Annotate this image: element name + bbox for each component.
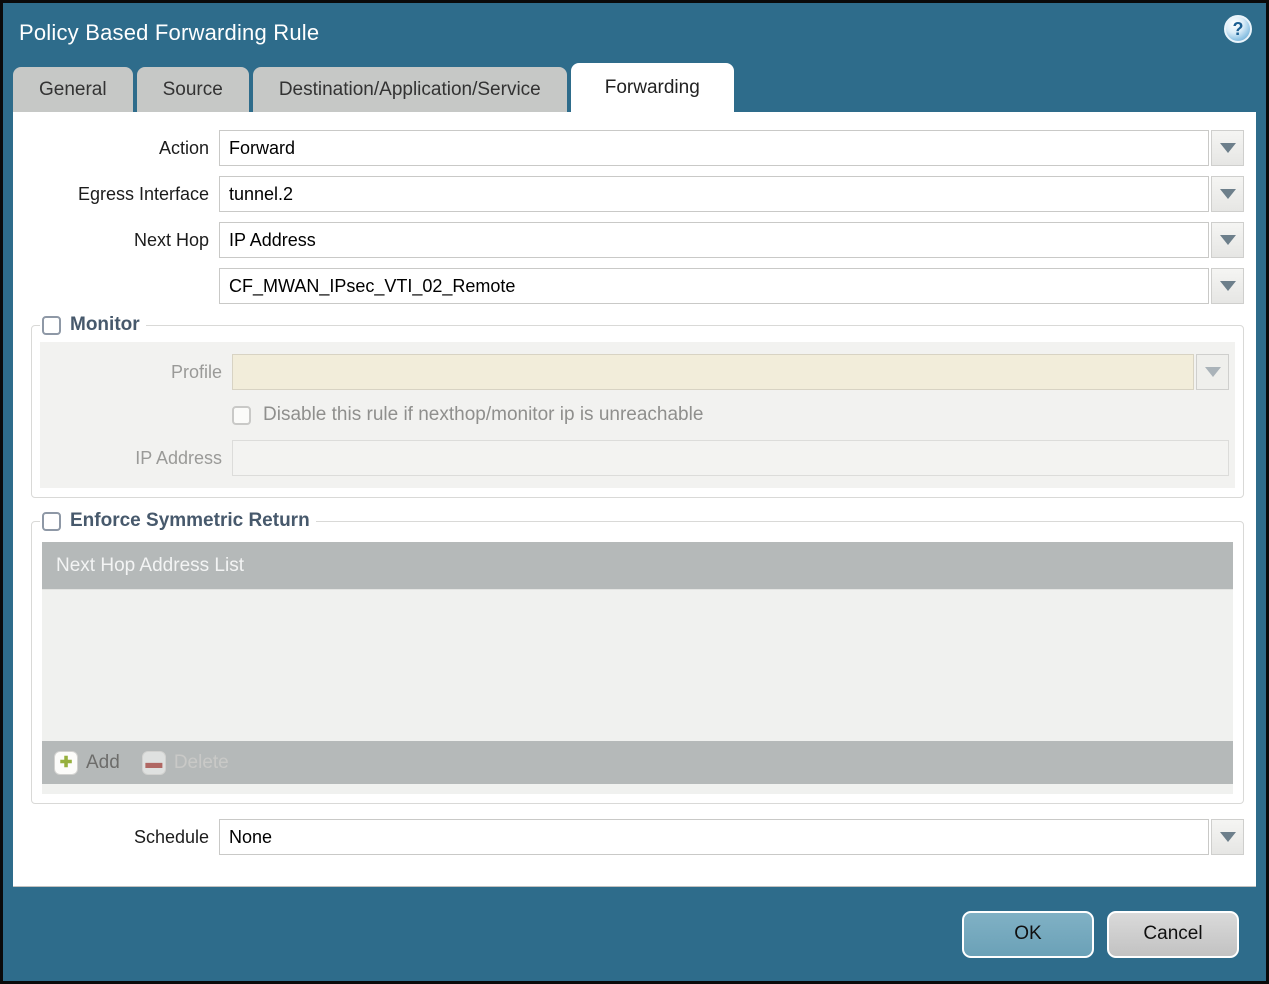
schedule-dropdown-button[interactable] <box>1211 819 1244 855</box>
chevron-down-icon <box>1219 189 1236 199</box>
monitor-panel: Profile Disable this rule if nexthop/mon… <box>40 342 1235 488</box>
monitor-ip-address-row: IP Address <box>40 440 1229 476</box>
table-scroll-strip <box>42 784 1233 794</box>
chevron-down-icon <box>1219 281 1236 291</box>
next-hop-address-table-header: Next Hop Address List <box>42 542 1233 589</box>
add-button[interactable]: ✚ Add <box>54 750 120 775</box>
tab-forwarding-label: Forwarding <box>604 76 700 98</box>
minus-icon: ▬ <box>141 750 166 775</box>
delete-button-label: Delete <box>173 751 229 773</box>
monitor-disable-rule-row: Disable this rule if nexthop/monitor ip … <box>232 404 1229 426</box>
next-hop-address-list-column: Next Hop Address List <box>56 554 244 576</box>
next-hop-address-table: Next Hop Address List ✚ Add ▬ Delete <box>42 542 1233 794</box>
symmetric-return-legend: Enforce Symmetric Return <box>40 510 316 532</box>
ok-button[interactable]: OK <box>962 910 1094 958</box>
dialog-titlebar: Policy Based Forwarding Rule ? <box>3 3 1266 63</box>
schedule-combobox[interactable]: None <box>219 819 1209 855</box>
tab-general-label: General <box>39 78 107 100</box>
delete-button: ▬ Delete <box>141 750 229 775</box>
next-hop-target-dropdown-button[interactable] <box>1211 268 1244 304</box>
help-icon[interactable]: ? <box>1224 15 1252 43</box>
monitor-checkbox[interactable] <box>42 315 61 335</box>
egress-interface-combobox[interactable]: tunnel.2 <box>219 176 1209 212</box>
next-hop-label: Next Hop <box>133 229 209 250</box>
egress-interface-value: tunnel.2 <box>229 183 294 204</box>
symmetric-return-checkbox[interactable] <box>42 511 61 531</box>
monitor-fieldset: Monitor Profile Disable this rule if nex… <box>31 314 1244 498</box>
monitor-ip-address-input <box>232 440 1229 476</box>
next-hop-address-table-body[interactable] <box>42 589 1233 741</box>
symmetric-return-fieldset: Enforce Symmetric Return Next Hop Addres… <box>31 510 1244 804</box>
dialog-tabs: General Source Destination/Application/S… <box>3 63 1266 112</box>
next-hop-row: Next Hop IP Address <box>13 222 1244 258</box>
pbf-rule-dialog: Policy Based Forwarding Rule ? General S… <box>0 0 1269 984</box>
action-dropdown-button[interactable] <box>1211 130 1244 166</box>
cancel-button[interactable]: Cancel <box>1107 910 1239 958</box>
chevron-down-icon <box>1219 832 1236 842</box>
next-hop-combobox[interactable]: IP Address <box>219 222 1209 258</box>
next-hop-target-value: CF_MWAN_IPsec_VTI_02_Remote <box>229 275 516 296</box>
action-row: Action Forward <box>13 130 1244 166</box>
next-hop-target-row: CF_MWAN_IPsec_VTI_02_Remote <box>13 268 1244 304</box>
chevron-down-icon <box>1219 143 1236 153</box>
schedule-label: Schedule <box>133 826 209 847</box>
schedule-value: None <box>229 826 273 847</box>
tab-general[interactable]: General <box>13 67 133 112</box>
egress-interface-label: Egress Interface <box>77 183 209 204</box>
next-hop-value: IP Address <box>229 229 316 250</box>
egress-interface-row: Egress Interface tunnel.2 <box>13 176 1244 212</box>
cancel-button-label: Cancel <box>1143 923 1203 944</box>
tab-destination-label: Destination/Application/Service <box>278 78 541 100</box>
disable-rule-checkbox <box>232 405 251 425</box>
disable-rule-label: Disable this rule if nexthop/monitor ip … <box>263 404 704 425</box>
chevron-down-icon <box>1204 367 1221 377</box>
tab-destination-application-service[interactable]: Destination/Application/Service <box>252 67 567 112</box>
action-label: Action <box>158 137 209 158</box>
action-value: Forward <box>229 137 296 158</box>
tab-forwarding[interactable]: Forwarding <box>570 63 734 112</box>
action-combobox[interactable]: Forward <box>219 130 1209 166</box>
monitor-profile-label: Profile <box>170 361 222 382</box>
tab-source-label: Source <box>162 78 223 100</box>
chevron-down-icon <box>1219 235 1236 245</box>
schedule-row: Schedule None <box>13 819 1244 855</box>
help-glyph: ? <box>1232 18 1244 39</box>
tab-source[interactable]: Source <box>136 67 249 112</box>
symmetric-return-legend-label: Enforce Symmetric Return <box>70 510 310 531</box>
add-button-label: Add <box>86 751 120 773</box>
next-hop-address-table-toolbar: ✚ Add ▬ Delete <box>42 741 1233 784</box>
forwarding-tab-panel: Action Forward Egress Interface tunnel.2 <box>13 112 1256 887</box>
dialog-title: Policy Based Forwarding Rule <box>19 20 320 45</box>
monitor-profile-combobox <box>232 354 1194 390</box>
monitor-profile-dropdown-button <box>1196 354 1229 390</box>
next-hop-target-combobox[interactable]: CF_MWAN_IPsec_VTI_02_Remote <box>219 268 1209 304</box>
egress-interface-dropdown-button[interactable] <box>1211 176 1244 212</box>
monitor-legend-label: Monitor <box>70 314 140 335</box>
dialog-footer: OK Cancel <box>3 887 1266 981</box>
plus-icon: ✚ <box>54 750 78 775</box>
monitor-legend: Monitor <box>40 314 146 336</box>
monitor-ip-address-label: IP Address <box>135 447 222 468</box>
ok-button-label: OK <box>1014 923 1042 944</box>
monitor-profile-row: Profile <box>40 354 1229 390</box>
next-hop-dropdown-button[interactable] <box>1211 222 1244 258</box>
